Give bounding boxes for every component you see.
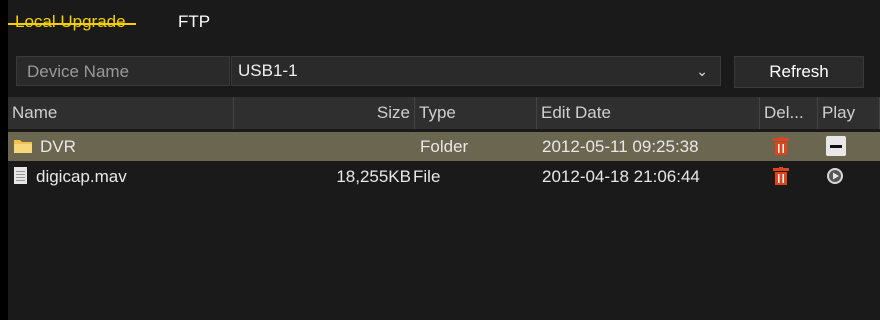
play-icon[interactable] [826, 167, 844, 185]
refresh-button[interactable]: Refresh [734, 56, 864, 88]
tab-bar: Local Upgrade FTP [8, 0, 880, 40]
file-size [234, 132, 411, 161]
column-header-play[interactable]: Play [818, 97, 880, 129]
tab-local-upgrade[interactable]: Local Upgrade [15, 12, 126, 32]
device-name-label: Device Name [16, 56, 230, 86]
column-header-size[interactable]: Size [234, 97, 415, 129]
table-row[interactable]: digicap.mav 18,255KB File 2012-04-18 21:… [8, 162, 880, 191]
file-type: Folder [420, 137, 469, 156]
file-name: DVR [40, 137, 76, 156]
column-header-edit-date[interactable]: Edit Date [537, 97, 760, 129]
tab-ftp[interactable]: FTP [178, 12, 210, 32]
delete-icon[interactable] [773, 167, 789, 185]
device-row: Device Name USB1-1 ⌄ Refresh [8, 50, 880, 90]
column-header-delete[interactable]: Del... [760, 97, 818, 129]
file-name: digicap.mav [36, 167, 127, 186]
file-table: Name Size Type Edit Date Del... Play DVR… [8, 97, 880, 320]
upgrade-panel: Local Upgrade FTP Device Name USB1-1 ⌄ R… [8, 0, 880, 320]
active-tab-underline [8, 23, 136, 25]
device-name-select[interactable]: USB1-1 ⌄ [231, 56, 721, 86]
table-row[interactable]: DVR Folder 2012-05-11 09:25:38 [8, 132, 880, 161]
file-edit-date: 2012-05-11 09:25:38 [542, 137, 699, 156]
folder-icon [14, 140, 32, 153]
file-icon [14, 167, 27, 184]
device-name-value: USB1-1 [238, 61, 298, 80]
column-header-type[interactable]: Type [415, 97, 537, 129]
column-header-name[interactable]: Name [8, 97, 234, 129]
file-edit-date: 2012-04-18 21:06:44 [542, 167, 700, 186]
file-size: 18,255KB [336, 167, 411, 186]
table-header: Name Size Type Edit Date Del... Play [8, 97, 880, 129]
minus-icon[interactable] [826, 136, 846, 156]
chevron-down-icon: ⌄ [696, 63, 708, 79]
file-type: File [413, 167, 441, 186]
delete-icon[interactable] [773, 137, 789, 155]
